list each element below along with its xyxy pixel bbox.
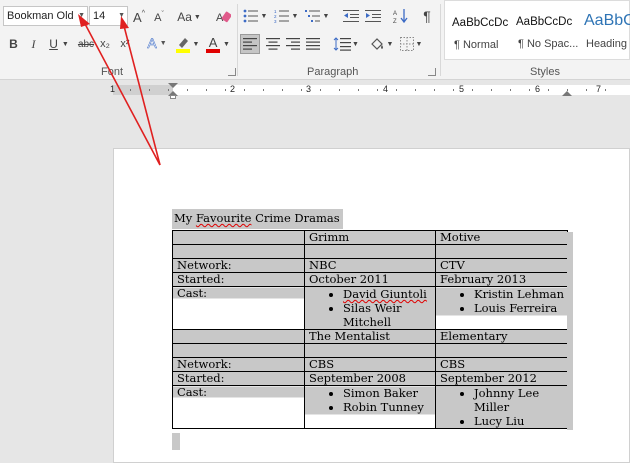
annotation-arrow — [123, 25, 161, 166]
annotation-arrows — [78, 14, 161, 166]
annotation-arrow — [83, 21, 161, 166]
arrow-head-icon — [120, 16, 129, 29]
arrow-head-icon — [78, 14, 90, 27]
